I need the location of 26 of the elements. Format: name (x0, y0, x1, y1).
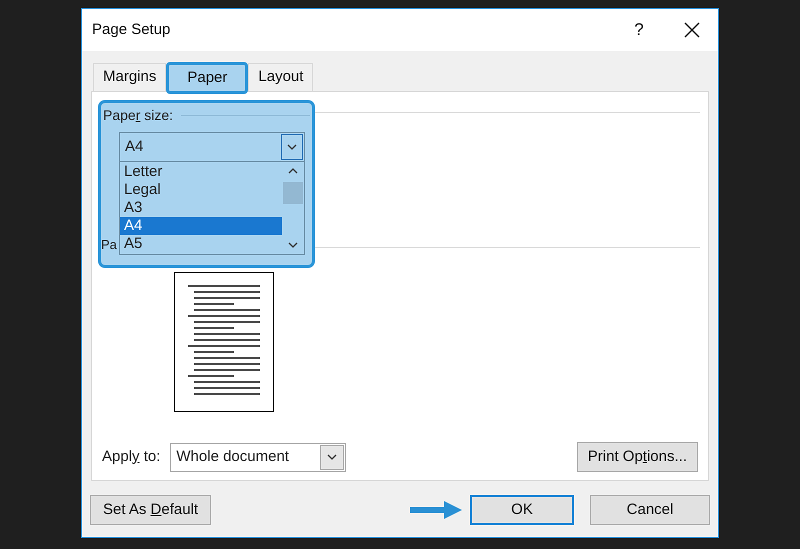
chevron-up-icon (288, 168, 298, 174)
list-item[interactable]: A5 (120, 235, 282, 253)
chevron-down-icon (327, 454, 338, 460)
close-icon[interactable] (684, 22, 700, 38)
set-default-button[interactable]: Set As Default (90, 495, 212, 525)
tab[interactable]: Layout (248, 63, 314, 91)
dialog-button[interactable]: OK (470, 495, 574, 525)
apply-to-label: Apply to: (102, 446, 160, 467)
list-item[interactable]: Letter (120, 163, 282, 181)
paper-size-dropdown[interactable]: A4 (119, 132, 305, 162)
print-options-button[interactable]: Print Options... (576, 442, 698, 472)
window-title: Page Setup (92, 20, 172, 40)
list-item[interactable]: Legal (120, 181, 282, 199)
paper-size-label: Paper size: (103, 106, 174, 125)
list-item[interactable]: A3 (120, 199, 282, 217)
tab[interactable]: Margins (93, 63, 166, 91)
paper-source-label: Pa (101, 237, 117, 253)
scroll-thumb[interactable] (283, 182, 303, 204)
tab[interactable]: Paper (166, 62, 248, 94)
chevron-down-icon (287, 144, 297, 150)
apply-to-dropdown[interactable]: Whole document (170, 442, 346, 472)
help-button[interactable]: ? (624, 17, 654, 43)
list-item[interactable]: A4 (120, 217, 282, 235)
arrow-icon (410, 501, 462, 519)
dialog-button[interactable]: Cancel (590, 495, 710, 525)
chevron-down-icon (288, 242, 298, 248)
